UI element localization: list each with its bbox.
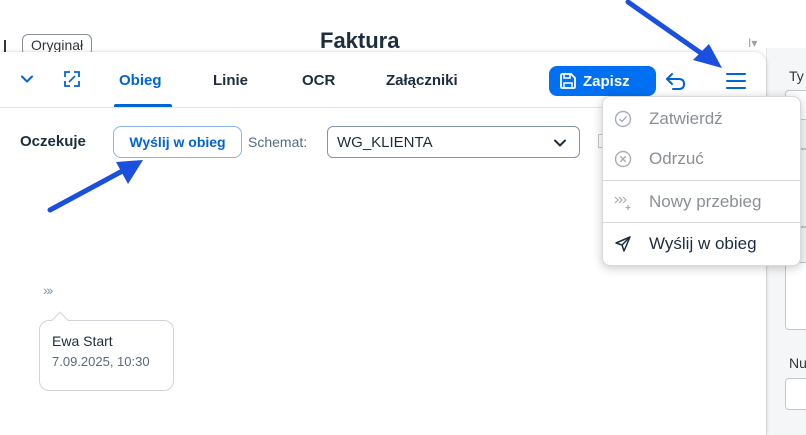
new-step-icon xyxy=(613,192,633,212)
send-icon xyxy=(613,234,633,254)
timeline-entry-card: Ewa Start 7.09.2025, 10:30 xyxy=(39,311,174,391)
actions-menu: Zatwierdź Odrzuć Nowy przebieg Wyślij w … xyxy=(602,96,801,266)
collapse-chevron-icon[interactable] xyxy=(20,72,34,86)
right-panel-label-number: Nu xyxy=(789,355,806,371)
menu-item-reject[interactable]: Odrzuć xyxy=(603,139,800,179)
tab-linie[interactable]: Linie xyxy=(213,72,248,89)
menu-separator xyxy=(603,180,800,181)
menu-separator xyxy=(603,222,800,223)
save-button[interactable]: Zapisz xyxy=(549,66,656,96)
cancel-circle-icon xyxy=(613,149,633,169)
schema-select-value: WG_KLIENTA xyxy=(337,134,433,151)
card-pointer xyxy=(51,311,69,329)
menu-item-approve[interactable]: Zatwierdź xyxy=(603,99,800,139)
menu-item-send-to-workflow[interactable]: Wyślij w obieg xyxy=(603,224,800,264)
screen: Oryginał Faktura I▾ Ty Nu Obieg Linie OC… xyxy=(0,0,806,435)
tab-obieg[interactable]: Obieg xyxy=(119,72,162,89)
send-to-workflow-button[interactable]: Wyślij w obieg xyxy=(113,126,242,158)
active-tab-indicator xyxy=(114,104,172,107)
right-panel-label-type: Ty xyxy=(789,68,804,84)
timeline-entry-date: 7.09.2025, 10:30 xyxy=(52,354,150,369)
tab-zalaczniki[interactable]: Załączniki xyxy=(386,72,458,89)
menu-item-label: Odrzuć xyxy=(649,149,704,168)
fullscreen-icon[interactable] xyxy=(62,69,82,89)
menu-item-label: Nowy przebieg xyxy=(649,192,762,211)
menu-item-label: Wyślij w obieg xyxy=(649,234,757,253)
right-panel-number-field[interactable] xyxy=(785,378,806,410)
timeline-steps-icon: »› xyxy=(43,282,54,298)
chevron-down-icon xyxy=(554,139,566,147)
hamburger-menu-icon[interactable] xyxy=(723,69,749,93)
save-icon xyxy=(560,73,576,89)
caret-icon: I▾ xyxy=(748,36,758,50)
undo-icon[interactable] xyxy=(664,70,688,92)
right-panel-textarea[interactable] xyxy=(785,262,806,330)
workflow-status: Oczekuje xyxy=(20,133,86,150)
save-button-label: Zapisz xyxy=(583,72,630,90)
menu-item-label: Zatwierdź xyxy=(649,109,723,128)
document-title: Faktura xyxy=(320,28,400,53)
tab-ocr[interactable]: OCR xyxy=(302,72,335,89)
background-divider xyxy=(4,40,6,52)
check-circle-icon xyxy=(613,109,633,129)
schema-label: Schemat: xyxy=(248,134,308,150)
schema-select[interactable]: WG_KLIENTA xyxy=(327,126,580,158)
timeline-entry-name: Ewa Start xyxy=(52,333,113,349)
menu-item-new-run[interactable]: Nowy przebieg xyxy=(603,182,800,222)
